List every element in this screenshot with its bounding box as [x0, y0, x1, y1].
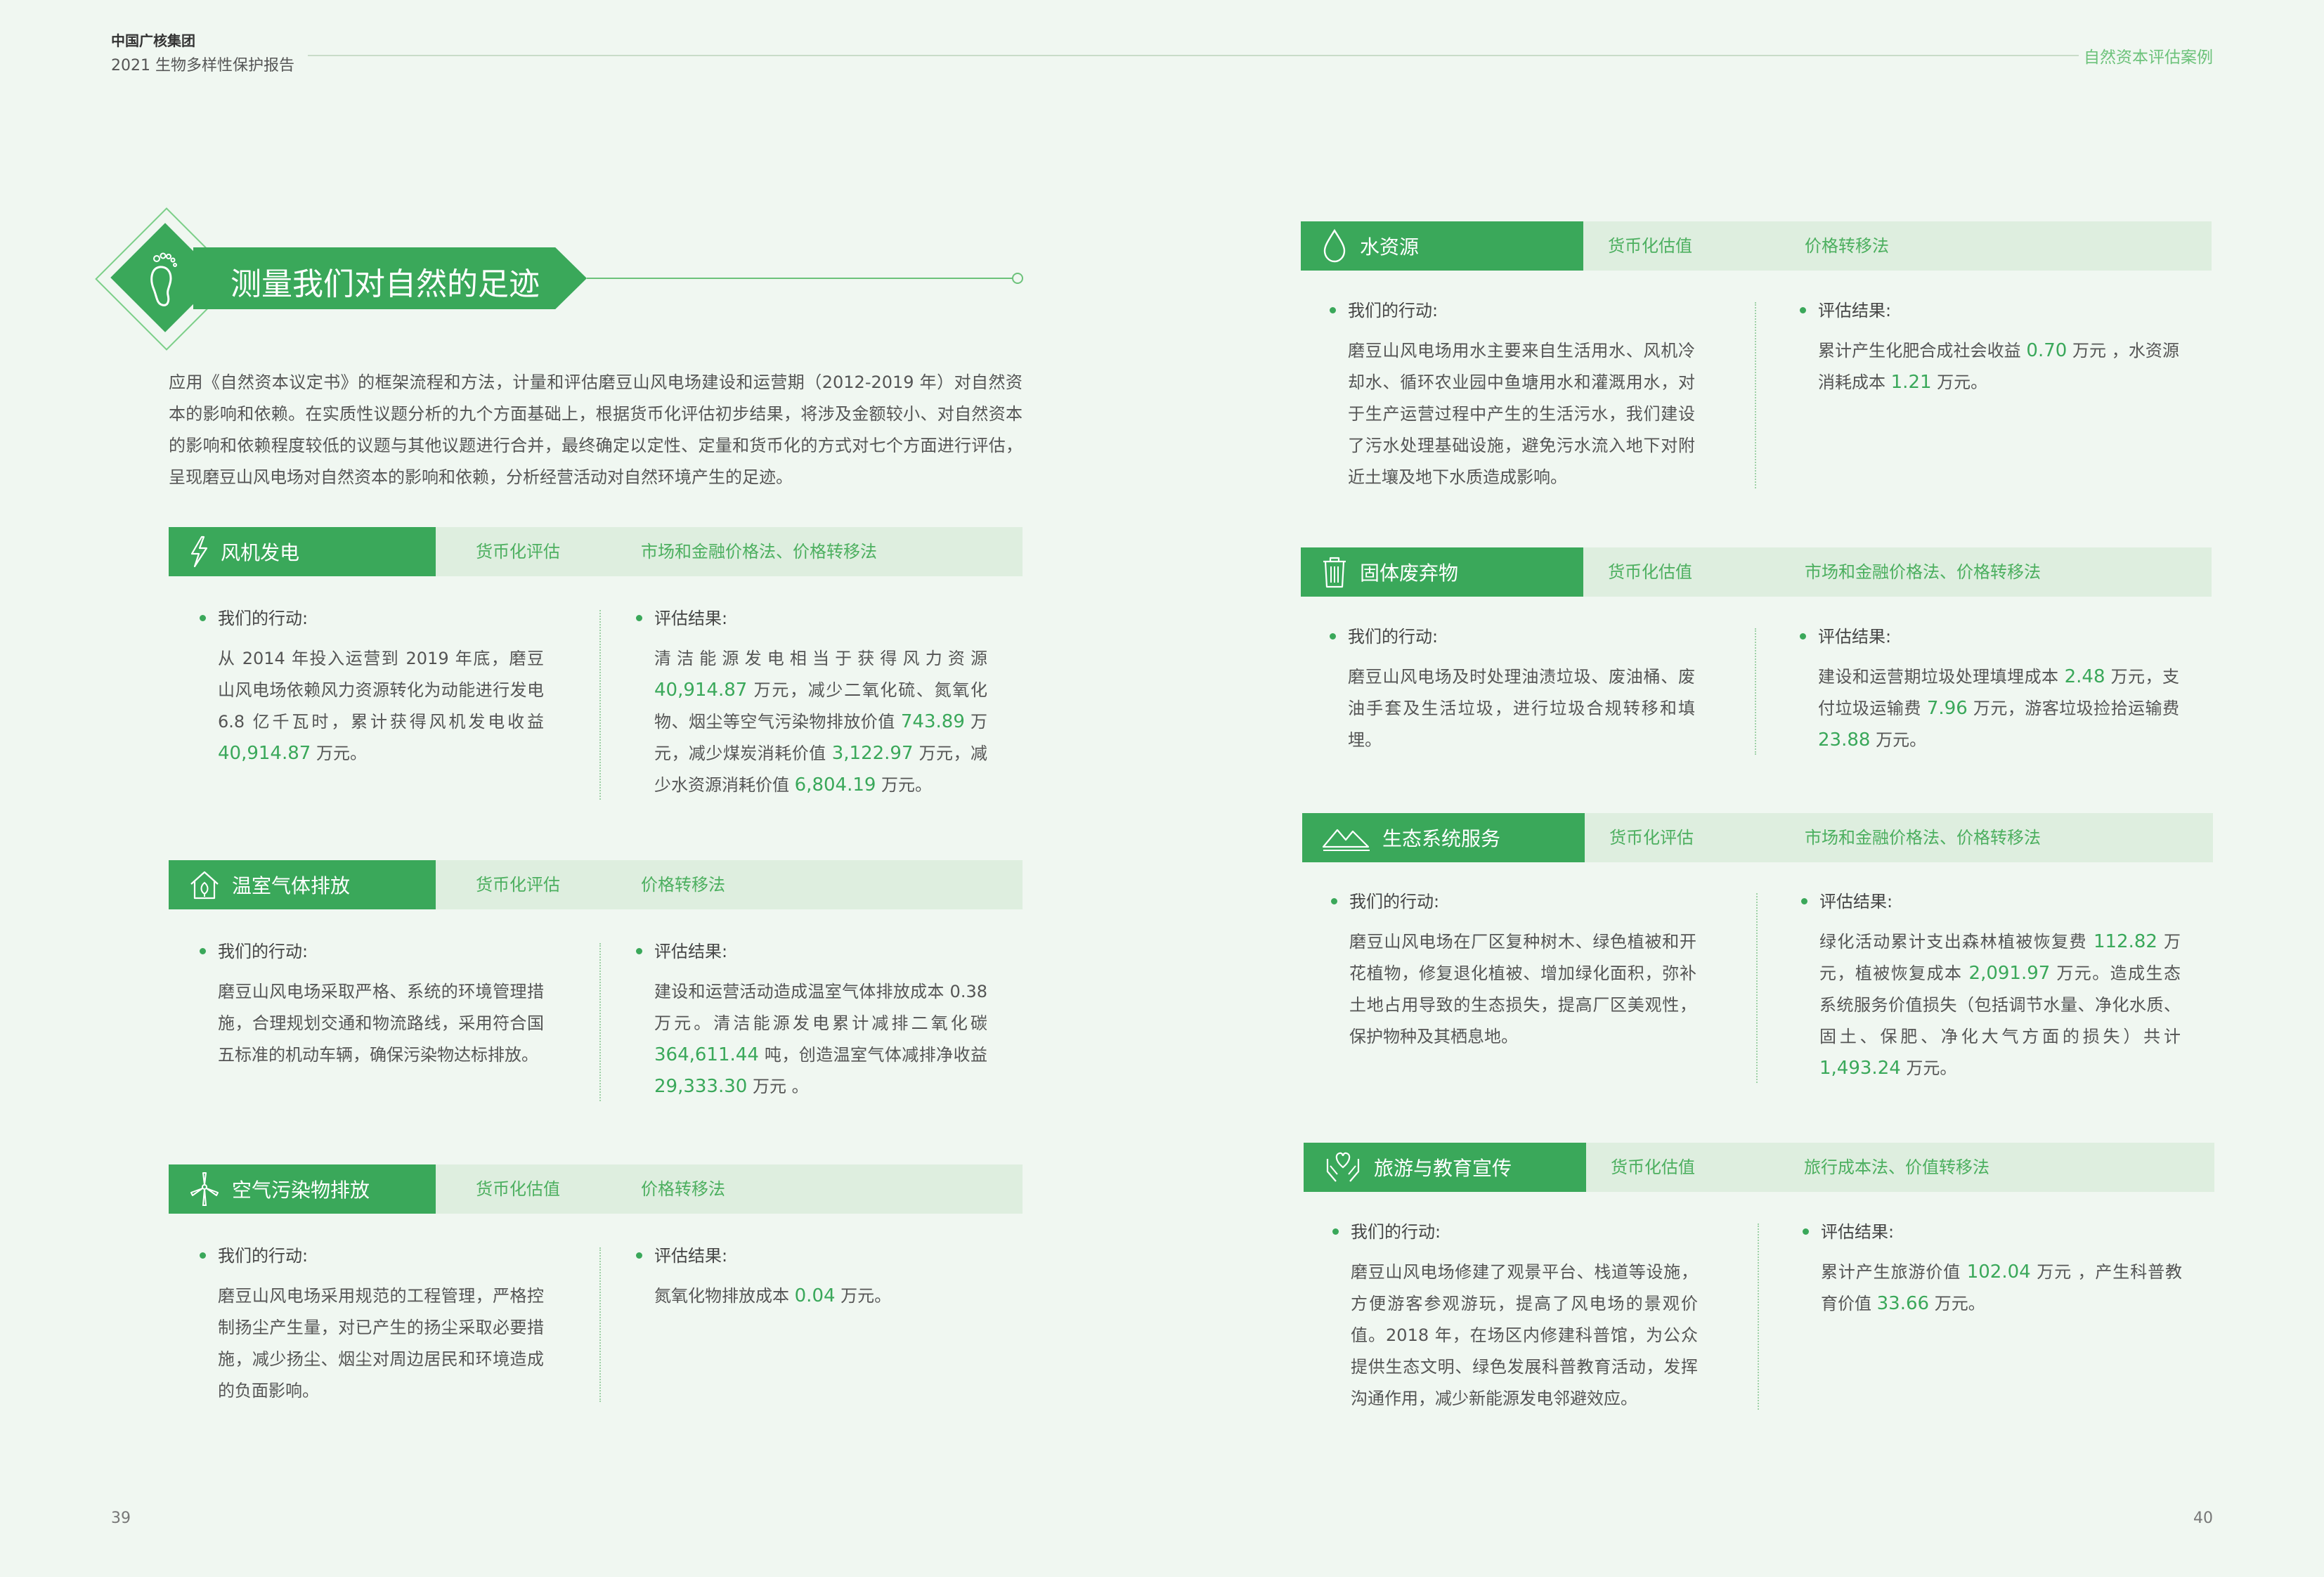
water-drop-icon [1323, 228, 1346, 263]
report-title: 2021 生物多样性保护报告 [111, 57, 294, 74]
result-text: 累计产生旅游价值 102.04 万元 ，产生科普教育价值 33.66 万元。 [1821, 1261, 2182, 1314]
action-text: 磨豆山风电场修建了观景平台、栈道等设施，方便游客参观游玩，提高了风电场的景观价值… [1351, 1262, 1698, 1408]
valuation-method: 价格转移法 [641, 875, 725, 895]
company-name: 中国广核集团 [111, 32, 195, 49]
valuation-method: 价格转移法 [641, 1179, 725, 1199]
result-text: 累计产生化肥合成社会收益 0.70 万元 ，水资源消耗成本 1.21 万元。 [1818, 340, 2179, 393]
page-number-right: 40 [2193, 1510, 2213, 1527]
section-title: 温室气体排放 [232, 874, 351, 897]
section-title: 水资源 [1360, 235, 1420, 259]
section-bar-waste: 固体废弃物 货币化估值 市场和金融价格法、价格转移法 [1301, 547, 2212, 597]
lightning-icon [190, 536, 208, 568]
action-label: 我们的行动: [1331, 886, 1696, 918]
page-number-left: 39 [111, 1510, 131, 1527]
section-bar-water: 水资源 货币化估值 价格转移法 [1301, 221, 2212, 271]
action-label: 我们的行动: [1330, 621, 1695, 653]
action-column-waste: 我们的行动: 磨豆山风电场及时处理油渍垃圾、废油桶、废油手套及生活垃圾，进行垃圾… [1330, 621, 1695, 756]
title-rule [587, 278, 1015, 279]
result-label: 评估结果: [636, 1240, 987, 1272]
result-column-water: 评估结果: 累计产生化肥合成社会收益 0.70 万元 ，水资源消耗成本 1.21… [1800, 295, 2179, 398]
column-divider [1755, 628, 1756, 755]
section-name: 自然资本评估案例 [2084, 48, 2213, 67]
hands-heart-icon [1326, 1152, 1360, 1182]
result-column-air: 评估结果: 氮氧化物排放成本 0.04 万元。 [636, 1240, 987, 1312]
result-label: 评估结果: [1803, 1216, 2182, 1248]
action-label: 我们的行动: [1330, 295, 1695, 327]
column-divider [1758, 1224, 1759, 1410]
trash-icon [1323, 557, 1346, 588]
mountains-icon [1322, 829, 1370, 851]
action-text: 磨豆山风电场及时处理油渍垃圾、废油桶、废油手套及生活垃圾，进行垃圾合规转移和填埋… [1348, 667, 1695, 750]
result-column-wind: 评估结果: 清洁能源发电相当于获得风力资源 40,914.87 万元，减少二氧化… [636, 603, 987, 801]
wind-turbine-icon [190, 1172, 219, 1206]
valuation-method: 市场和金融价格法、价格转移法 [641, 542, 877, 562]
action-text: 磨豆山风电场采取严格、系统的环境管理措施，合理规划交通和物流路线，采用符合国五标… [218, 982, 544, 1065]
section-bar-tourism: 旅游与教育宣传 货币化估值 旅行成本法、价值转移法 [1304, 1143, 2214, 1192]
result-label: 评估结果: [1800, 621, 2179, 653]
action-label: 我们的行动: [200, 603, 544, 635]
column-divider [599, 943, 601, 1101]
section-bar-eco: 生态系统服务 货币化评估 市场和金融价格法、价格转移法 [1302, 813, 2213, 862]
result-column-waste: 评估结果: 建设和运营期垃圾处理填埋成本 2.48 万元，支付垃圾运输费 7.9… [1800, 621, 2179, 756]
action-column-wind: 我们的行动: 从 2014 年投入运营到 2019 年底，磨豆山风电场依赖风力资… [200, 603, 544, 770]
result-column-tourism: 评估结果: 累计产生旅游价值 102.04 万元 ，产生科普教育价值 33.66… [1803, 1216, 2182, 1320]
valuation-method: 市场和金融价格法、价格转移法 [1805, 828, 2041, 848]
valuation-method: 旅行成本法、价值转移法 [1804, 1157, 1989, 1177]
result-text: 建设和运营活动造成温室气体排放成本 0.38 万元。清洁能源发电累计减排二氧化碳… [654, 982, 987, 1097]
action-column-eco: 我们的行动: 磨豆山风电场在厂区复种树木、绿色植被和开花植物，修复退化植被、增加… [1331, 886, 1696, 1053]
column-divider [1756, 893, 1758, 1083]
result-column-eco: 评估结果: 绿化活动累计支出森林植被恢复费 112.82 万元，植被恢复成本 2… [1801, 886, 2181, 1084]
section-bar-air: 空气污染物排放 货币化估值 价格转移法 [169, 1164, 1023, 1214]
action-text: 磨豆山风电场用水主要来自生活用水、风机冷却水、循环农业园中鱼塘用水和灌溉用水，对… [1348, 341, 1695, 487]
action-text: 磨豆山风电场在厂区复种树木、绿色植被和开花植物，修复退化植被、增加绿化面积，弥补… [1349, 932, 1696, 1046]
action-column-water: 我们的行动: 磨豆山风电场用水主要来自生活用水、风机冷却水、循环农业园中鱼塘用水… [1330, 295, 1695, 493]
result-text: 清洁能源发电相当于获得风力资源 40,914.87 万元，减少二氧化硫、氮氧化物… [654, 649, 987, 796]
action-label: 我们的行动: [1332, 1216, 1698, 1248]
result-text: 建设和运营期垃圾处理填埋成本 2.48 万元，支付垃圾运输费 7.96 万元，游… [1818, 666, 2179, 751]
result-label: 评估结果: [1801, 886, 2181, 918]
valuation-method: 市场和金融价格法、价格转移法 [1805, 562, 2041, 582]
action-column-tourism: 我们的行动: 磨豆山风电场修建了观景平台、栈道等设施，方便游客参观游玩，提高了风… [1332, 1216, 1698, 1415]
page-title: 测量我们对自然的足迹 [231, 266, 540, 302]
section-bar-ghg: 温室气体排放 货币化评估 价格转移法 [169, 860, 1023, 909]
result-text: 氮氧化物排放成本 0.04 万元。 [654, 1285, 892, 1306]
result-column-ghg: 评估结果: 建设和运营活动造成温室气体排放成本 0.38 万元。清洁能源发电累计… [636, 936, 987, 1103]
section-title: 风机发电 [221, 541, 300, 564]
action-label: 我们的行动: [200, 936, 544, 968]
result-label: 评估结果: [636, 603, 987, 635]
action-column-ghg: 我们的行动: 磨豆山风电场采取严格、系统的环境管理措施，合理规划交通和物流路线，… [200, 936, 544, 1071]
section-bar-wind: 风机发电 货币化评估 市场和金融价格法、价格转移法 [169, 527, 1023, 576]
action-text: 从 2014 年投入运营到 2019 年底，磨豆山风电场依赖风力资源转化为动能进… [218, 649, 544, 764]
valuation-type: 货币化评估 [1609, 828, 1694, 848]
result-text: 绿化活动累计支出森林植被恢复费 112.82 万元，植被恢复成本 2,091.9… [1819, 931, 2181, 1079]
section-title: 固体废弃物 [1360, 562, 1459, 585]
action-text: 磨豆山风电场采用规范的工程管理，严格控制扬尘产生量，对已产生的扬尘采取必要措施，… [218, 1286, 544, 1401]
action-label: 我们的行动: [200, 1240, 544, 1272]
footprint-icon [150, 252, 177, 306]
valuation-type: 货币化评估 [476, 542, 560, 562]
column-divider [599, 1247, 601, 1402]
valuation-type: 货币化估值 [1608, 562, 1692, 582]
result-label: 评估结果: [1800, 295, 2179, 327]
section-title: 生态系统服务 [1382, 827, 1501, 850]
section-title: 空气污染物排放 [232, 1179, 370, 1202]
valuation-type: 货币化估值 [1611, 1157, 1695, 1177]
intro-paragraph: 应用《自然资本议定书》的框架流程和方法，计量和评估磨豆山风电场建设和运营期（20… [169, 372, 1023, 487]
action-column-air: 我们的行动: 磨豆山风电场采用规范的工程管理，严格控制扬尘产生量，对已产生的扬尘… [200, 1240, 544, 1407]
section-title: 旅游与教育宣传 [1374, 1157, 1512, 1180]
column-divider [1755, 302, 1756, 488]
header-divider [308, 55, 2079, 56]
result-label: 评估结果: [636, 936, 987, 968]
valuation-type: 货币化估值 [476, 1179, 560, 1199]
valuation-type: 货币化评估 [476, 875, 560, 895]
valuation-method: 价格转移法 [1805, 236, 1889, 256]
valuation-type: 货币化估值 [1608, 236, 1692, 256]
title-rule-endpoint [1012, 273, 1023, 284]
column-divider [599, 610, 601, 800]
house-icon [190, 871, 219, 900]
